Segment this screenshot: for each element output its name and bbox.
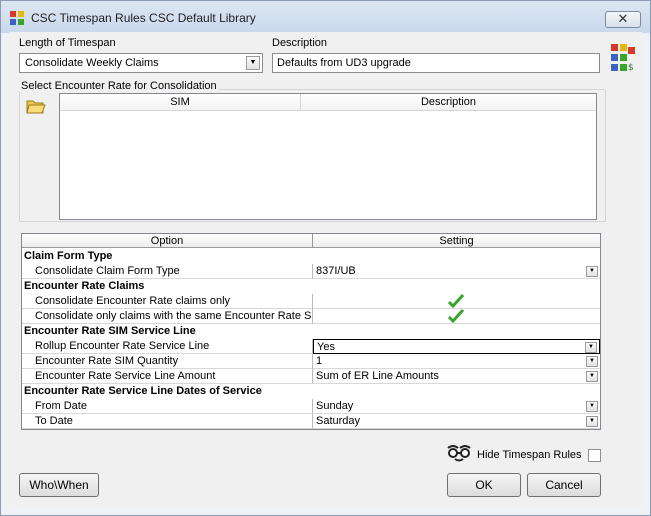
dialog-body: Length of Timespan Consolidate Weekly Cl… — [9, 32, 642, 507]
open-folder-icon[interactable] — [26, 97, 46, 115]
setting-value: Saturday — [316, 415, 361, 427]
dialog-window: CSC Timespan Rules CSC Default Library ✕… — [0, 0, 651, 516]
chevron-down-icon[interactable]: ▼ — [246, 56, 260, 70]
setting-select[interactable]: 837I/UB ▼ — [313, 264, 600, 279]
ok-label: OK — [475, 478, 493, 492]
option-label: From Date — [22, 399, 313, 414]
setting-value: 837I/UB — [316, 265, 356, 277]
who-when-label: Who\When — [29, 478, 89, 492]
setting-value: Yes — [317, 341, 335, 353]
length-value: Consolidate Weekly Claims — [25, 57, 159, 69]
description-field[interactable]: Defaults from UD3 upgrade — [272, 53, 600, 73]
table-row[interactable]: To Date Saturday ▼ — [22, 414, 600, 429]
column-header-description[interactable]: Description — [301, 94, 596, 111]
option-label: Consolidate Claim Form Type — [22, 264, 313, 279]
disguise-glasses-icon — [447, 445, 471, 462]
table-row[interactable]: Encounter Rate Service Line Amount Sum o… — [22, 369, 600, 384]
svg-text:$: $ — [628, 63, 634, 73]
chevron-down-icon[interactable]: ▼ — [586, 401, 598, 412]
setting-select[interactable]: Saturday ▼ — [313, 414, 600, 429]
option-label: Consolidate only claims with the same En… — [22, 309, 313, 324]
chevron-down-icon[interactable]: ▼ — [586, 371, 598, 382]
table-row[interactable]: Encounter Rate SIM Quantity 1 ▼ — [22, 354, 600, 369]
column-header-setting[interactable]: Setting — [313, 234, 600, 248]
section-encounter-rate-sim-service-line: Encounter Rate SIM Service Line — [24, 325, 196, 337]
section-claim-form-type: Claim Form Type — [24, 250, 113, 262]
setting-select[interactable]: Sum of ER Line Amounts ▼ — [313, 369, 600, 384]
option-label: Encounter Rate Service Line Amount — [22, 369, 313, 384]
setting-value: 1 — [316, 355, 323, 367]
column-header-option[interactable]: Option — [22, 234, 313, 248]
checkmark-icon — [448, 309, 464, 323]
setting-select[interactable]: Sunday ▼ — [313, 399, 600, 414]
app-icon — [10, 11, 24, 25]
close-button[interactable]: ✕ — [605, 11, 641, 28]
table-row[interactable]: Rollup Encounter Rate Service Line Yes ▼ — [22, 339, 600, 354]
option-label: To Date — [22, 414, 313, 429]
options-grid: Option Setting Claim Form Type Consolida… — [21, 233, 601, 430]
table-row[interactable]: Consolidate only claims with the same En… — [22, 309, 600, 324]
close-icon: ✕ — [617, 11, 629, 26]
table-row[interactable]: Consolidate Encounter Rate claims only — [22, 294, 600, 309]
who-when-button[interactable]: Who\When — [19, 473, 99, 497]
section-encounter-rate-dates: Encounter Rate Service Line Dates of Ser… — [24, 385, 262, 397]
setting-value: Sunday — [316, 400, 354, 412]
setting-checkbox[interactable] — [313, 294, 600, 309]
description-label: Description — [272, 37, 328, 49]
description-value: Defaults from UD3 upgrade — [277, 57, 411, 69]
setting-select[interactable]: 1 ▼ — [313, 354, 600, 369]
table-row[interactable]: From Date Sunday ▼ — [22, 399, 600, 414]
option-label: Consolidate Encounter Rate claims only — [22, 294, 313, 309]
ok-button[interactable]: OK — [447, 473, 521, 497]
window-title: CSC Timespan Rules CSC Default Library — [31, 11, 256, 25]
setting-checkbox[interactable] — [313, 309, 600, 324]
option-label: Encounter Rate SIM Quantity — [22, 354, 313, 369]
hide-timespan-label: Hide Timespan Rules — [477, 449, 582, 461]
setting-select[interactable]: Yes ▼ — [313, 339, 600, 354]
title-bar[interactable]: CSC Timespan Rules CSC Default Library ✕ — [1, 1, 650, 33]
encounter-rate-list[interactable]: SIM Description — [59, 93, 597, 220]
chevron-down-icon[interactable]: ▼ — [586, 356, 598, 367]
hide-timespan-checkbox[interactable] — [588, 449, 601, 462]
chevron-down-icon[interactable]: ▼ — [586, 416, 598, 427]
cancel-label: Cancel — [545, 478, 583, 492]
table-row[interactable]: Consolidate Claim Form Type 837I/UB ▼ — [22, 264, 600, 279]
cancel-button[interactable]: Cancel — [527, 473, 601, 497]
setting-value: Sum of ER Line Amounts — [316, 370, 439, 382]
encounter-group-title: Select Encounter Rate for Consolidation — [19, 80, 219, 92]
option-label: Rollup Encounter Rate Service Line — [22, 339, 313, 354]
length-select[interactable]: Consolidate Weekly Claims ▼ — [19, 53, 263, 73]
section-encounter-rate-claims: Encounter Rate Claims — [24, 280, 145, 292]
chevron-down-icon[interactable]: ▼ — [585, 342, 597, 353]
rules-book-icon: $ — [611, 44, 635, 73]
chevron-down-icon[interactable]: ▼ — [586, 266, 598, 277]
column-header-sim[interactable]: SIM — [60, 94, 301, 111]
checkmark-icon — [448, 294, 464, 308]
length-label: Length of Timespan — [19, 37, 116, 49]
